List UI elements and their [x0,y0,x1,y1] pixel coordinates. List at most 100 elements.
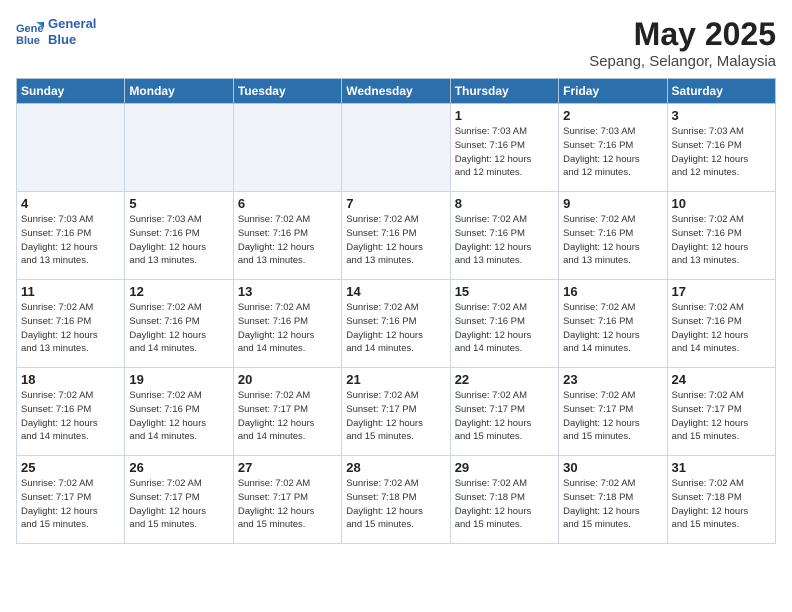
day-info: Sunrise: 7:02 AM Sunset: 7:17 PM Dayligh… [563,389,662,444]
day-info: Sunrise: 7:02 AM Sunset: 7:17 PM Dayligh… [238,477,337,532]
day-info: Sunrise: 7:02 AM Sunset: 7:18 PM Dayligh… [563,477,662,532]
day-number: 11 [21,284,120,299]
calendar-cell: 8 Sunrise: 7:02 AM Sunset: 7:16 PM Daylig… [450,192,558,280]
day-info: Sunrise: 7:02 AM Sunset: 7:16 PM Dayligh… [129,301,228,356]
day-number: 19 [129,372,228,387]
day-info: Sunrise: 7:02 AM Sunset: 7:17 PM Dayligh… [455,389,554,444]
calendar-cell: 25 Sunrise: 7:02 AM Sunset: 7:17 PM Dayli… [17,456,125,544]
day-number: 20 [238,372,337,387]
day-number: 16 [563,284,662,299]
calendar-week-4: 18 Sunrise: 7:02 AM Sunset: 7:16 PM Dayli… [17,368,776,456]
calendar-cell: 30 Sunrise: 7:02 AM Sunset: 7:18 PM Dayli… [559,456,667,544]
month-title: May 2025 [589,16,776,53]
day-number: 25 [21,460,120,475]
calendar-cell: 27 Sunrise: 7:02 AM Sunset: 7:17 PM Dayli… [233,456,341,544]
day-info: Sunrise: 7:02 AM Sunset: 7:16 PM Dayligh… [672,301,771,356]
day-info: Sunrise: 7:02 AM Sunset: 7:18 PM Dayligh… [346,477,445,532]
calendar-week-5: 25 Sunrise: 7:02 AM Sunset: 7:17 PM Dayli… [17,456,776,544]
calendar-cell: 18 Sunrise: 7:02 AM Sunset: 7:16 PM Dayli… [17,368,125,456]
calendar-cell: 13Sunrise: 7:02 AM Sunset: 7:16 PM Dayli… [233,280,341,368]
calendar-cell: 22Sunrise: 7:02 AM Sunset: 7:17 PM Dayli… [450,368,558,456]
day-info: Sunrise: 7:02 AM Sunset: 7:16 PM Dayligh… [455,213,554,268]
svg-text:Blue: Blue [16,35,40,46]
calendar-cell: 6 Sunrise: 7:02 AM Sunset: 7:16 PM Daylig… [233,192,341,280]
day-info: Sunrise: 7:02 AM Sunset: 7:18 PM Dayligh… [455,477,554,532]
col-header-wednesday: Wednesday [342,79,450,104]
day-info: Sunrise: 7:02 AM Sunset: 7:17 PM Dayligh… [129,477,228,532]
calendar-cell: 19 Sunrise: 7:02 AM Sunset: 7:16 PM Dayli… [125,368,233,456]
calendar-cell: 26 Sunrise: 7:02 AM Sunset: 7:17 PM Dayli… [125,456,233,544]
logo-line2: Blue [48,32,96,48]
calendar-cell: 31 Sunrise: 7:02 AM Sunset: 7:18 PM Dayli… [667,456,775,544]
calendar-cell: 21Sunrise: 7:02 AM Sunset: 7:17 PM Dayli… [342,368,450,456]
day-info: Sunrise: 7:02 AM Sunset: 7:16 PM Dayligh… [238,213,337,268]
calendar-cell: 15 Sunrise: 7:02 AM Sunset: 7:16 PM Dayli… [450,280,558,368]
day-number: 4 [21,196,120,211]
day-info: Sunrise: 7:02 AM Sunset: 7:16 PM Dayligh… [672,213,771,268]
calendar-cell: 7 Sunrise: 7:02 AM Sunset: 7:16 PM Daylig… [342,192,450,280]
day-number: 27 [238,460,337,475]
day-number: 8 [455,196,554,211]
day-info: Sunrise: 7:02 AM Sunset: 7:17 PM Dayligh… [21,477,120,532]
day-number: 15 [455,284,554,299]
day-info: Sunrise: 7:03 AM Sunset: 7:16 PM Dayligh… [455,125,554,180]
calendar-week-2: 4 Sunrise: 7:03 AM Sunset: 7:16 PM Daylig… [17,192,776,280]
day-number: 24 [672,372,771,387]
day-info: Sunrise: 7:03 AM Sunset: 7:16 PM Dayligh… [672,125,771,180]
col-header-tuesday: Tuesday [233,79,341,104]
calendar-cell: 5 Sunrise: 7:03 AM Sunset: 7:16 PM Daylig… [125,192,233,280]
col-header-friday: Friday [559,79,667,104]
page-header: General Blue General Blue May 2025 Sepan… [16,16,776,70]
day-number: 2 [563,108,662,123]
calendar-cell: 2Sunrise: 7:03 AM Sunset: 7:16 PM Daylig… [559,104,667,192]
day-number: 10 [672,196,771,211]
calendar-week-1: 1 Sunrise: 7:03 AM Sunset: 7:16 PM Daylig… [17,104,776,192]
day-info: Sunrise: 7:02 AM Sunset: 7:16 PM Dayligh… [455,301,554,356]
calendar-cell [17,104,125,192]
col-header-monday: Monday [125,79,233,104]
day-number: 31 [672,460,771,475]
calendar-week-3: 11 Sunrise: 7:02 AM Sunset: 7:16 PM Dayli… [17,280,776,368]
day-info: Sunrise: 7:02 AM Sunset: 7:16 PM Dayligh… [563,213,662,268]
day-number: 13 [238,284,337,299]
day-number: 6 [238,196,337,211]
day-number: 5 [129,196,228,211]
title-block: May 2025 Sepang, Selangor, Malaysia [589,16,776,70]
day-info: Sunrise: 7:02 AM Sunset: 7:17 PM Dayligh… [346,389,445,444]
logo: General Blue General Blue [16,16,96,47]
calendar-cell: 9 Sunrise: 7:02 AM Sunset: 7:16 PM Daylig… [559,192,667,280]
day-number: 26 [129,460,228,475]
day-info: Sunrise: 7:02 AM Sunset: 7:16 PM Dayligh… [129,389,228,444]
day-info: Sunrise: 7:02 AM Sunset: 7:16 PM Dayligh… [21,301,120,356]
location: Sepang, Selangor, Malaysia [589,53,776,70]
calendar-cell: 17Sunrise: 7:02 AM Sunset: 7:16 PM Dayli… [667,280,775,368]
day-number: 23 [563,372,662,387]
day-info: Sunrise: 7:03 AM Sunset: 7:16 PM Dayligh… [21,213,120,268]
day-number: 7 [346,196,445,211]
calendar-cell: 3Sunrise: 7:03 AM Sunset: 7:16 PM Daylig… [667,104,775,192]
day-number: 12 [129,284,228,299]
calendar-cell: 12 Sunrise: 7:02 AM Sunset: 7:16 PM Dayli… [125,280,233,368]
day-number: 30 [563,460,662,475]
calendar-cell: 1 Sunrise: 7:03 AM Sunset: 7:16 PM Daylig… [450,104,558,192]
calendar-cell: 28Sunrise: 7:02 AM Sunset: 7:18 PM Dayli… [342,456,450,544]
day-info: Sunrise: 7:02 AM Sunset: 7:16 PM Dayligh… [21,389,120,444]
calendar-cell: 29Sunrise: 7:02 AM Sunset: 7:18 PM Dayli… [450,456,558,544]
calendar-cell [233,104,341,192]
day-info: Sunrise: 7:02 AM Sunset: 7:16 PM Dayligh… [346,213,445,268]
col-header-saturday: Saturday [667,79,775,104]
day-number: 1 [455,108,554,123]
day-number: 18 [21,372,120,387]
calendar-cell [342,104,450,192]
day-info: Sunrise: 7:02 AM Sunset: 7:16 PM Dayligh… [563,301,662,356]
day-info: Sunrise: 7:02 AM Sunset: 7:17 PM Dayligh… [238,389,337,444]
col-header-thursday: Thursday [450,79,558,104]
calendar-cell: 14Sunrise: 7:02 AM Sunset: 7:16 PM Dayli… [342,280,450,368]
calendar-cell: 4 Sunrise: 7:03 AM Sunset: 7:16 PM Daylig… [17,192,125,280]
calendar-cell [125,104,233,192]
day-number: 9 [563,196,662,211]
day-info: Sunrise: 7:03 AM Sunset: 7:16 PM Dayligh… [129,213,228,268]
day-info: Sunrise: 7:02 AM Sunset: 7:18 PM Dayligh… [672,477,771,532]
logo-icon: General Blue [16,18,44,46]
calendar-table: SundayMondayTuesdayWednesdayThursdayFrid… [16,78,776,544]
